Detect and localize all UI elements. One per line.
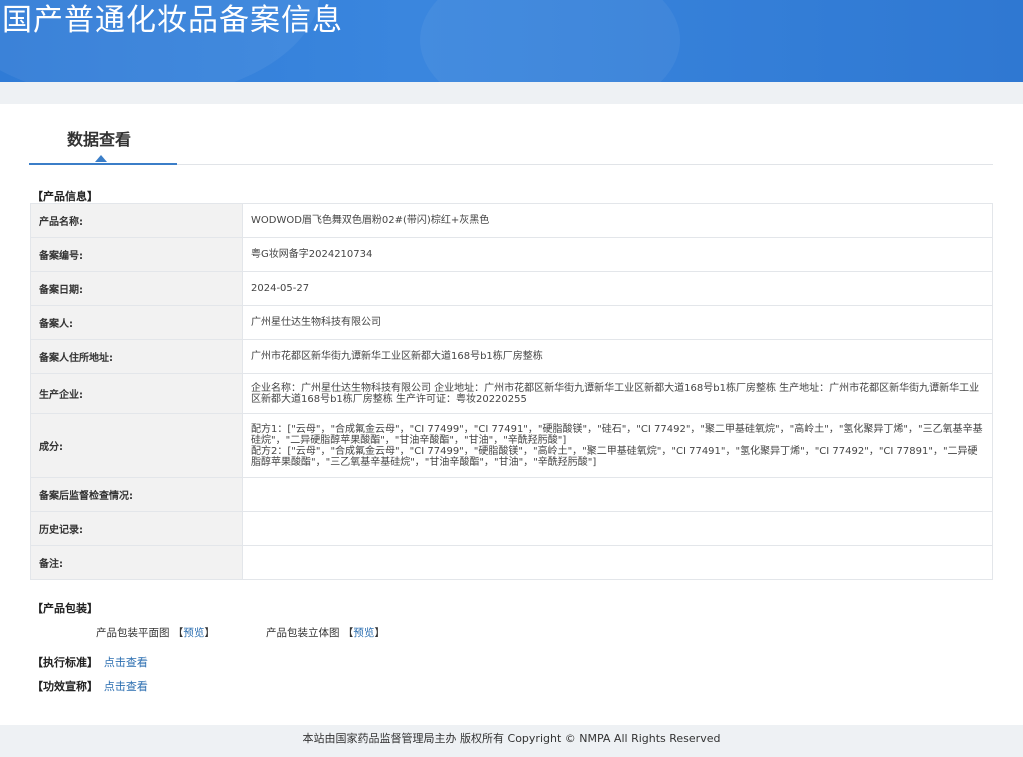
page-header: 国产普通化妆品备案信息 bbox=[0, 0, 1023, 82]
table-row: 生产企业: 企业名称：广州星仕达生物科技有限公司 企业地址：广州市花都区新华街九… bbox=[30, 373, 993, 414]
bracket-close: 】 bbox=[204, 627, 215, 639]
field-label: 备注: bbox=[30, 545, 243, 580]
field-value: 广州市花都区新华街九谭新华工业区新都大道168号b1栋厂房整栋 bbox=[242, 339, 993, 374]
footer: 本站由国家药品监督管理局主办 版权所有 Copyright © NMPA All… bbox=[0, 725, 1023, 757]
tab-label: 数据查看 bbox=[67, 130, 132, 149]
field-label: 成分: bbox=[30, 413, 243, 478]
field-label: 备案人: bbox=[30, 305, 243, 340]
formula-2: 配方2：["云母"，"合成氟金云母"，"CI 77499"，"硬脂酸镁"，"高岭… bbox=[251, 445, 978, 468]
field-label: 生产企业: bbox=[30, 373, 243, 414]
field-value: WODWOD眉飞色舞双色眉粉02#(带闪)棕红+灰黑色 bbox=[242, 203, 993, 238]
section-standard-label: 【执行标准】 bbox=[32, 656, 98, 669]
field-value bbox=[242, 511, 993, 546]
efficacy-view-link[interactable]: 点击查看 bbox=[104, 680, 148, 693]
footer-copyright: 本站由国家药品监督管理局主办 版权所有 Copyright © NMPA All… bbox=[302, 732, 721, 745]
formula-1: 配方1：["云母"，"合成氟金云母"，"CI 77499"，"CI 77491"… bbox=[251, 423, 983, 446]
table-row: 备案人住所地址: 广州市花都区新华街九谭新华工业区新都大道168号b1栋厂房整栋 bbox=[30, 339, 993, 374]
tab-data-view[interactable]: 数据查看 bbox=[29, 104, 177, 165]
content-card: 数据查看 【产品信息】 产品名称: WODWOD眉飞色舞双色眉粉02#(带闪)棕… bbox=[0, 104, 1023, 725]
field-label: 备案日期: bbox=[30, 271, 243, 306]
section-standard: 【执行标准】 点击查看 bbox=[32, 654, 148, 670]
field-value: 广州星仕达生物科技有限公司 bbox=[242, 305, 993, 340]
header-decoration bbox=[420, 0, 680, 82]
field-value bbox=[242, 477, 993, 512]
table-row: 备案后监督检查情况: bbox=[30, 477, 993, 512]
field-label: 备案编号: bbox=[30, 237, 243, 272]
package-flat-item: 产品包装平面图 【预览】 bbox=[96, 625, 215, 640]
table-row: 备案编号: 粤G妆网备字2024210734 bbox=[30, 237, 993, 272]
package-flat-label: 产品包装平面图 bbox=[96, 627, 170, 639]
section-efficacy-label: 【功效宣称】 bbox=[32, 680, 98, 693]
table-row: 历史记录: bbox=[30, 511, 993, 546]
section-packaging: 【产品包装】 bbox=[32, 602, 98, 615]
package-flat-preview-link[interactable]: 预览 bbox=[183, 627, 204, 639]
table-row: 备注: bbox=[30, 545, 993, 580]
package-solid-item: 产品包装立体图 【预览】 bbox=[266, 625, 385, 640]
field-label: 备案人住所地址: bbox=[30, 339, 243, 374]
field-value: 粤G妆网备字2024210734 bbox=[242, 237, 993, 272]
section-product-info: 【产品信息】 bbox=[32, 190, 98, 203]
field-label: 历史记录: bbox=[30, 511, 243, 546]
table-row: 成分: 配方1：["云母"，"合成氟金云母"，"CI 77499"，"CI 77… bbox=[30, 413, 993, 478]
field-value: 企业名称：广州星仕达生物科技有限公司 企业地址：广州市花都区新华街九谭新华工业区… bbox=[242, 373, 993, 414]
standard-view-link[interactable]: 点击查看 bbox=[104, 656, 148, 669]
table-row: 产品名称: WODWOD眉飞色舞双色眉粉02#(带闪)棕红+灰黑色 bbox=[30, 203, 993, 238]
field-value: 2024-05-27 bbox=[242, 271, 993, 306]
bracket-open: 【 bbox=[172, 627, 184, 639]
bracket-close: 】 bbox=[374, 627, 385, 639]
field-value bbox=[242, 545, 993, 580]
package-solid-label: 产品包装立体图 bbox=[266, 627, 340, 639]
bracket-open: 【 bbox=[342, 627, 354, 639]
package-solid-preview-link[interactable]: 预览 bbox=[353, 627, 374, 639]
field-value-ingredients: 配方1：["云母"，"合成氟金云母"，"CI 77499"，"CI 77491"… bbox=[242, 413, 993, 478]
table-row: 备案日期: 2024-05-27 bbox=[30, 271, 993, 306]
tab-indicator-icon bbox=[95, 155, 107, 162]
tab-bar: 数据查看 bbox=[29, 104, 993, 165]
field-label: 产品名称: bbox=[30, 203, 243, 238]
section-efficacy: 【功效宣称】 点击查看 bbox=[32, 678, 148, 694]
table-row: 备案人: 广州星仕达生物科技有限公司 bbox=[30, 305, 993, 340]
page-title: 国产普通化妆品备案信息 bbox=[2, 3, 343, 38]
field-label: 备案后监督检查情况: bbox=[30, 477, 243, 512]
product-info-table: 产品名称: WODWOD眉飞色舞双色眉粉02#(带闪)棕红+灰黑色 备案编号: … bbox=[30, 203, 993, 580]
